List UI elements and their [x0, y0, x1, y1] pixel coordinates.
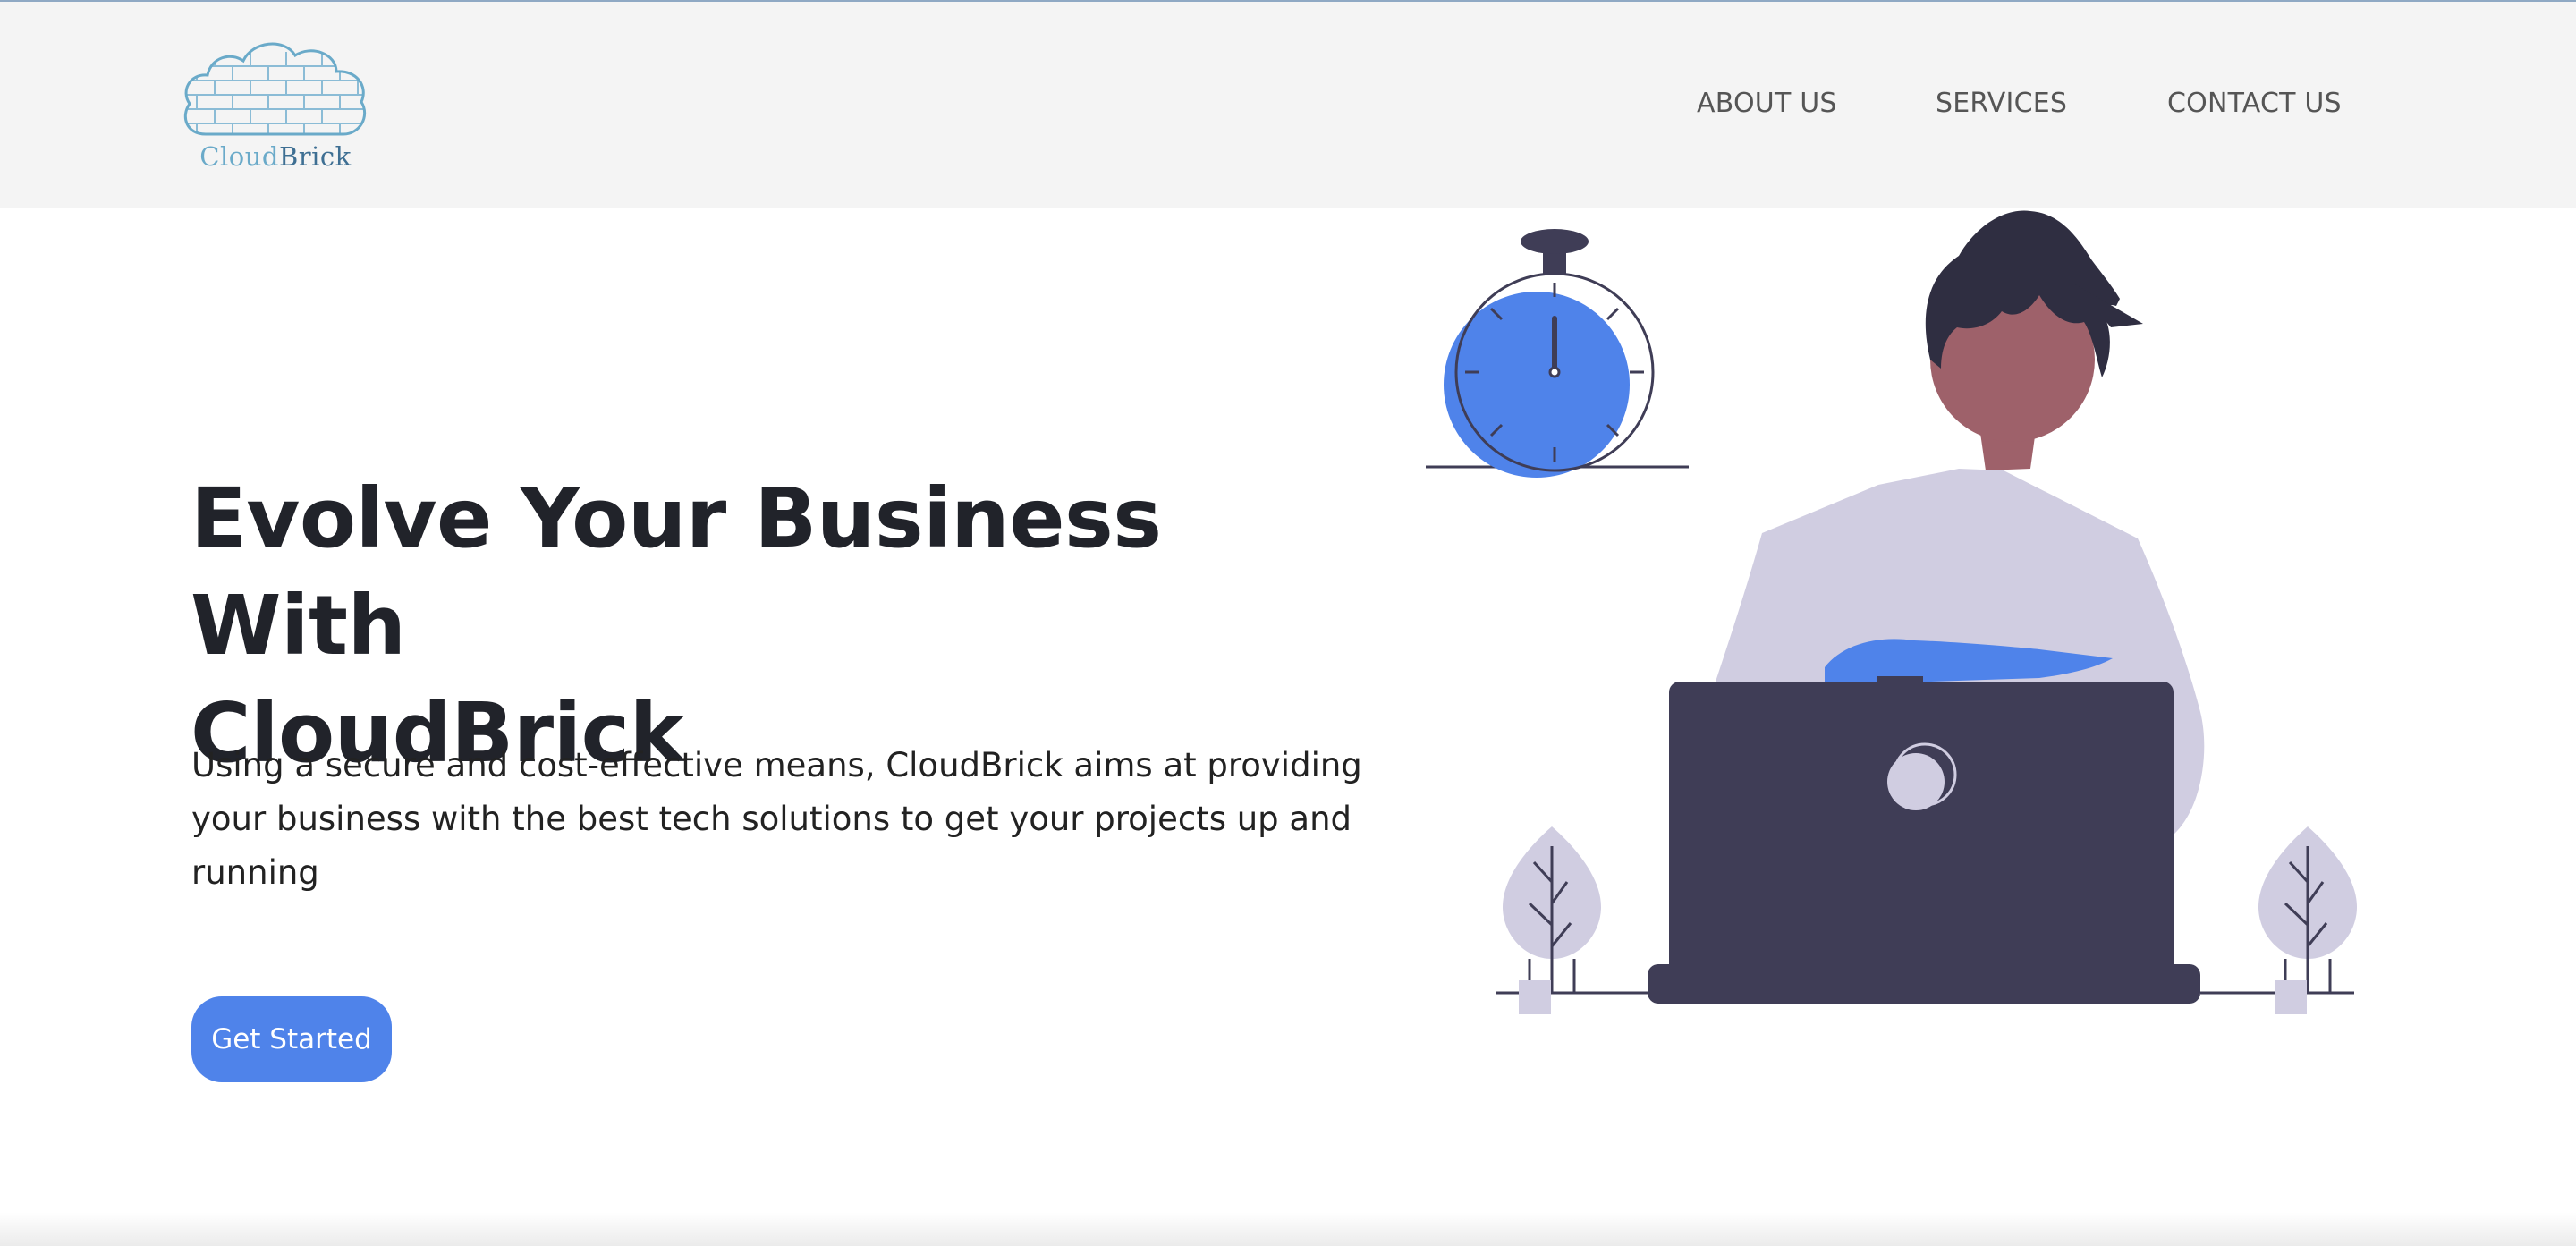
get-started-button[interactable]: Get Started [191, 996, 392, 1082]
brand-name: CloudBrick [179, 141, 372, 172]
brand-name-part1: Cloud [199, 141, 279, 172]
hero-title-line1: Evolve Your Business With [191, 470, 1162, 674]
nav-contact-us[interactable]: CONTACT US [2167, 88, 2342, 119]
hero-description: Using a secure and cost-effective means,… [191, 746, 1362, 892]
right-plant-icon [2200, 826, 2357, 1014]
landing-page: CloudBrick ABOUT US SERVICES CONTACT US … [0, 0, 2576, 1246]
nav-about-us[interactable]: ABOUT US [1697, 88, 1837, 119]
brand-logo[interactable]: CloudBrick [179, 34, 372, 177]
stopwatch-icon [1426, 229, 1689, 478]
laptop-icon [1648, 676, 2200, 1004]
hero-illustration [1426, 210, 2357, 1014]
site-header: CloudBrick ABOUT US SERVICES CONTACT US [0, 2, 2576, 208]
bottom-shadow [0, 1212, 2576, 1246]
brand-name-part2: Brick [278, 141, 352, 172]
brick-cloud-logo-icon [184, 42, 367, 136]
nav-services[interactable]: SERVICES [1936, 88, 2067, 119]
